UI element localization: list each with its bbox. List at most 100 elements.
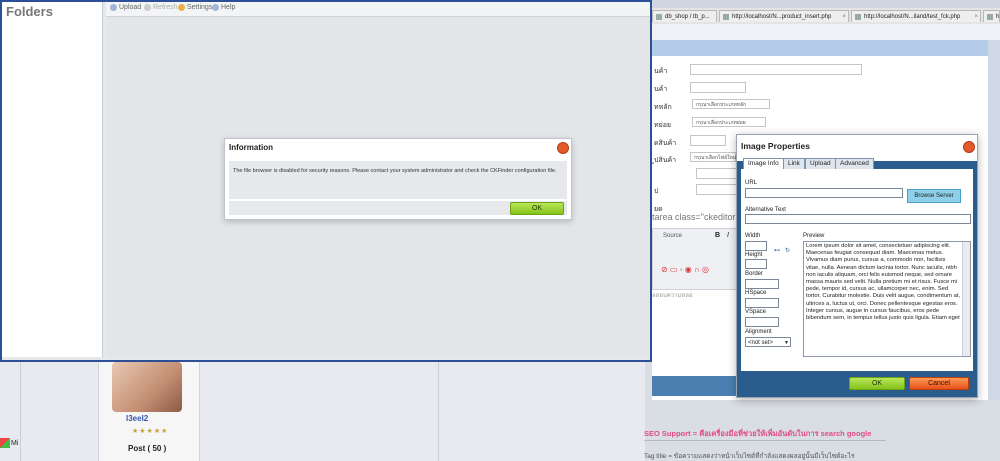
browser-tab[interactable]: http://localhost/N...product_insert.php ×: [719, 10, 849, 22]
url-label: URL: [745, 180, 758, 186]
preview-label: Preview: [803, 233, 825, 239]
tag-title-text: Tag title = ข้อความแสดงว่าหน้าเว็บไซต์ที…: [644, 453, 855, 460]
tab-favicon-icon: [855, 14, 861, 20]
image-info-panel: URL Browse Server Alternative Text Width…: [741, 169, 973, 371]
sub-category-select[interactable]: กรุณาเลือกประเภทย่อย: [692, 117, 766, 127]
tab-image-info[interactable]: Image Info: [743, 158, 784, 169]
rank-icons: ★★★★★: [132, 428, 169, 435]
avatar[interactable]: [112, 362, 182, 412]
forum-background: [0, 355, 645, 461]
form-label: ป: [654, 188, 659, 195]
italic-icon[interactable]: I: [727, 232, 729, 239]
dialog-title: Image Properties: [741, 141, 810, 151]
reset-size-icon[interactable]: ↻: [785, 247, 790, 254]
dialog-message-area: The file browser is disabled for securit…: [229, 161, 567, 199]
close-icon[interactable]: [963, 141, 975, 153]
information-dialog: Information The file browser is disabled…: [224, 138, 572, 220]
browser-tab[interactable]: http://localhost/N...iland/test_fck.php ×: [851, 10, 981, 22]
product-name-input[interactable]: [690, 64, 862, 75]
vspace-label: VSpace: [745, 309, 767, 315]
hspace-input[interactable]: [745, 298, 779, 308]
toolbar-help[interactable]: Help: [212, 4, 235, 11]
page-header-strip: [652, 40, 1000, 56]
image-file-select[interactable]: กรุณาเลือกไฟล์ใหม่: [690, 152, 736, 162]
toolbar-settings[interactable]: Settings: [178, 4, 212, 11]
ok-button[interactable]: OK: [510, 202, 564, 215]
forum-divider: [438, 362, 439, 461]
border-input[interactable]: [745, 279, 779, 289]
start-logo-icon[interactable]: [0, 438, 10, 448]
form-label: ทย่อย: [654, 122, 672, 129]
toolbar-upload[interactable]: Upload: [110, 4, 141, 11]
editor-footer-hint: ลสอบความหลอ: [652, 293, 693, 299]
hspace-label: HSpace: [745, 290, 767, 296]
editor-source-button[interactable]: Source: [663, 233, 682, 239]
image-properties-dialog: Image Properties Image Info Link Upload …: [736, 134, 978, 398]
form-input-small[interactable]: [696, 184, 738, 195]
tab-favicon-icon: [656, 14, 662, 20]
width-input[interactable]: [745, 241, 767, 251]
tab-favicon-icon: [987, 14, 993, 20]
form-label: นค้า: [654, 86, 668, 93]
editor-toolbar: Source B I ⊘ ▭ ◦ ◉ ∩ ◎: [652, 228, 738, 290]
close-icon[interactable]: [557, 142, 569, 154]
help-icon: [212, 4, 219, 11]
main-category-select[interactable]: กรุณาเลือกประเภทหลัก: [692, 99, 770, 109]
editor-bottom-bar: [652, 376, 736, 396]
alt-text-input[interactable]: [745, 214, 971, 224]
seo-heading: SEO Support = คือเครื่องมือที่ช่วยให้เพิ…: [644, 429, 872, 438]
tab-close-icon[interactable]: ×: [842, 11, 846, 22]
cancel-button[interactable]: Cancel: [909, 377, 969, 390]
preview-text: Lorem ipsum dolor sit amet, consectetuer…: [806, 243, 961, 322]
page-scrollbar[interactable]: [988, 40, 1000, 400]
alt-text-label: Alternative Text: [745, 207, 786, 213]
tab-link[interactable]: Link: [783, 158, 805, 169]
tab-favicon-icon: [723, 14, 729, 20]
divider: [644, 440, 886, 441]
border-label: Border: [745, 271, 764, 277]
forum-divider: [20, 362, 21, 461]
vspace-input[interactable]: [745, 317, 779, 327]
refresh-icon: [144, 4, 151, 11]
form-label: ูปสินค้า: [654, 157, 677, 164]
toolbar-refresh[interactable]: Refresh: [144, 4, 178, 11]
tab-advanced[interactable]: Advanced: [835, 158, 874, 169]
alignment-select[interactable]: <not set> ▼: [745, 337, 791, 347]
ckfinder-toolbar: Upload Refresh Settings Help: [106, 2, 650, 17]
preview-box: Lorem ipsum dolor sit amet, consectetuer…: [803, 241, 971, 357]
form-input-small[interactable]: [696, 168, 738, 179]
height-label: Height: [745, 252, 763, 258]
chevron-down-icon: ▼: [784, 340, 789, 346]
alignment-label: Alignment: [745, 329, 772, 335]
url-input[interactable]: [745, 188, 903, 198]
product-price-input[interactable]: [690, 82, 746, 93]
textarea-hint: tarea class="ckeditor: [652, 212, 736, 222]
ok-button[interactable]: OK: [849, 377, 905, 390]
tab-upload[interactable]: Upload: [805, 158, 836, 169]
lock-ratio-icon[interactable]: ⊷: [774, 247, 780, 254]
height-input[interactable]: [745, 259, 767, 269]
browser-tab-bar: db_shop / tb_p... http://localhost/N...p…: [652, 8, 1000, 25]
browser-titlebar: [652, 0, 1000, 8]
upload-icon: [110, 4, 117, 11]
product-code-input[interactable]: [690, 135, 726, 146]
settings-icon: [178, 4, 185, 11]
forum-username[interactable]: l3eel2: [126, 414, 148, 423]
form-label: ดสินค้า: [654, 140, 677, 147]
folders-title: Folders: [6, 4, 53, 19]
tab-close-icon[interactable]: ×: [974, 11, 978, 22]
width-label: Width: [745, 233, 761, 239]
form-label: นค้า: [654, 68, 668, 75]
form-label: ทหลัก: [654, 104, 672, 111]
taskbar-label[interactable]: Mi: [11, 440, 18, 447]
bold-icon[interactable]: B: [715, 232, 720, 239]
editor-icons[interactable]: ⊘ ▭ ◦ ◉ ∩ ◎: [661, 265, 709, 274]
dialog-message: The file browser is disabled for securit…: [233, 168, 557, 174]
browser-tab[interactable]: h: [983, 10, 1000, 22]
dialog-body: Image Info Link Upload Advanced URL Brow…: [737, 158, 977, 397]
browse-server-button[interactable]: Browse Server: [907, 189, 961, 203]
browser-tab[interactable]: db_shop / tb_p...: [652, 10, 717, 22]
dialog-title: Information: [229, 143, 273, 152]
preview-scrollbar[interactable]: [962, 242, 970, 356]
forum-post-count: Post ( 50 ): [128, 444, 167, 453]
